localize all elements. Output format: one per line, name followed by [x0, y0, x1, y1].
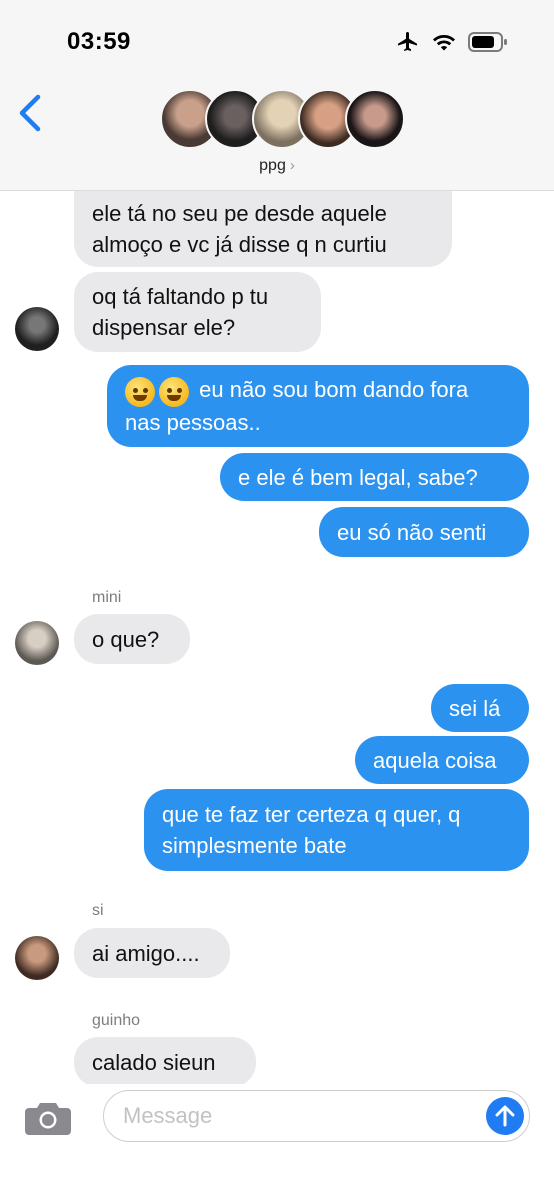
message-line: simplesmente bate: [162, 833, 347, 858]
incoming-message[interactable]: ai amigo....: [74, 928, 230, 978]
message-line: nas pessoas..: [125, 409, 261, 435]
group-name-label: ppg: [259, 157, 286, 174]
back-chevron-icon[interactable]: [16, 94, 44, 132]
message-line: eu só não senti: [337, 519, 487, 545]
status-time: 03:59: [67, 28, 131, 55]
send-button[interactable]: [486, 1097, 524, 1135]
sender-name: mini: [92, 589, 122, 606]
message-line: ele tá no seu pe desde aquele: [92, 201, 387, 226]
outgoing-message[interactable]: eu só não senti: [319, 507, 529, 557]
message-line: o que?: [92, 626, 160, 652]
message-line: aquela coisa: [373, 747, 497, 773]
incoming-message[interactable]: ele tá no seu pe desde aquele almoço e v…: [74, 191, 452, 267]
avatar[interactable]: [15, 621, 59, 665]
message-line: sei lá: [449, 695, 501, 721]
message-line: e ele é bem legal, sabe?: [238, 464, 478, 490]
status-icons: [396, 30, 508, 54]
sender-name: guinho: [92, 1012, 141, 1029]
message-line: almoço e vc já disse q n curtiu: [92, 232, 387, 257]
outgoing-message[interactable]: eu não sou bom dando fora nas pessoas..: [107, 365, 529, 447]
outgoing-message[interactable]: sei lá: [431, 684, 529, 732]
message-line: dispensar ele?: [92, 315, 236, 340]
outgoing-message[interactable]: e ele é bem legal, sabe?: [220, 453, 529, 501]
message-line: eu não sou bom dando fora: [199, 377, 469, 403]
message-input[interactable]: Message: [103, 1090, 530, 1142]
avatar: [345, 89, 405, 149]
avatar[interactable]: [15, 936, 59, 980]
airplane-icon: [398, 32, 417, 51]
message-list[interactable]: ele tá no seu pe desde aquele almoço e v…: [0, 191, 554, 1084]
group-name[interactable]: ppg ›: [0, 157, 554, 175]
incoming-message[interactable]: oq tá faltando p tu dispensar ele?: [74, 272, 321, 352]
avatar[interactable]: [15, 307, 59, 351]
battery-icon: [468, 32, 507, 52]
outgoing-message[interactable]: aquela coisa: [355, 736, 529, 784]
sender-name: si: [92, 902, 104, 919]
input-bar: Message: [0, 1084, 554, 1200]
camera-icon[interactable]: [24, 1100, 72, 1136]
incoming-message[interactable]: calado sieun: [74, 1037, 256, 1084]
message-line: ai amigo....: [92, 940, 200, 966]
melting-face-icon: [159, 376, 189, 407]
incoming-message[interactable]: o que?: [74, 614, 190, 664]
arrow-up-icon: [495, 1105, 515, 1127]
conversation-header: 03:59 ppg ›: [0, 0, 554, 191]
message-line: calado sieun: [92, 1049, 216, 1075]
wifi-icon: [433, 35, 455, 51]
message-line: oq tá faltando p tu: [92, 284, 269, 309]
chevron-right-icon: ›: [289, 157, 295, 174]
message-line: que te faz ter certeza q quer, q: [162, 802, 461, 827]
outgoing-message[interactable]: que te faz ter certeza q quer, q simples…: [144, 789, 529, 871]
melting-face-icon: [125, 376, 155, 407]
